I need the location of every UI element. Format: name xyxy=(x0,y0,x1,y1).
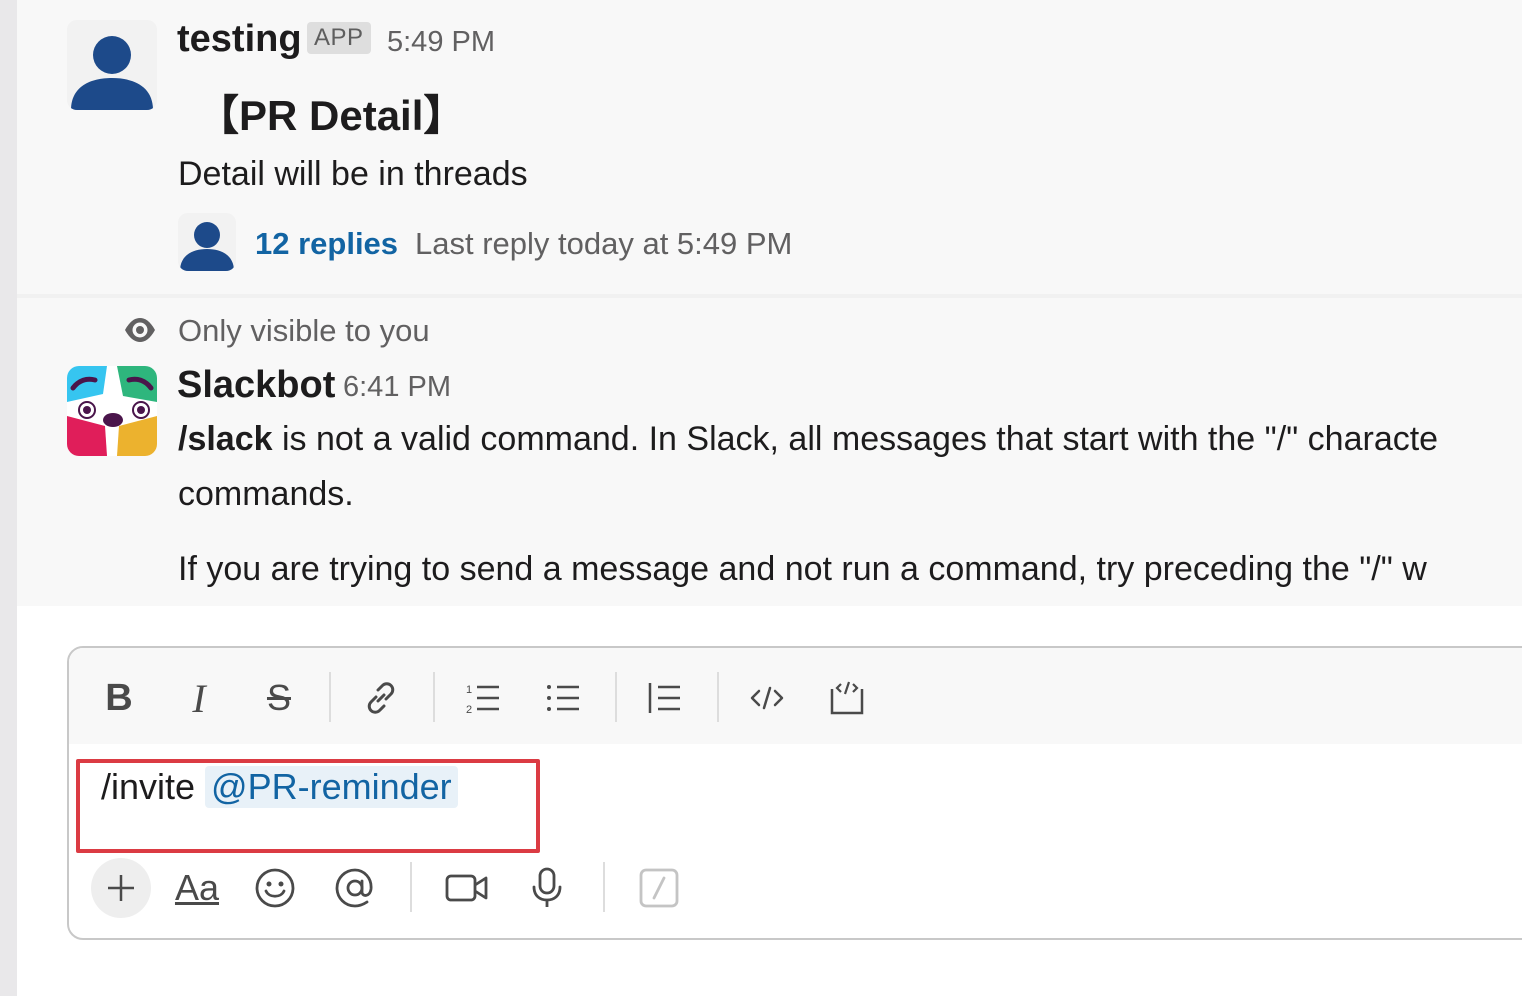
emoji-icon xyxy=(255,868,295,908)
code-icon xyxy=(750,686,784,710)
person-icon xyxy=(67,20,157,110)
message-author[interactable]: Slackbot xyxy=(177,364,335,407)
formatting-toggle-button[interactable]: Aa xyxy=(167,858,227,918)
svg-text:2: 2 xyxy=(466,704,472,716)
message-input-text: /invite @PR-reminder xyxy=(101,766,458,808)
mention-icon xyxy=(335,868,373,908)
toolbar-divider xyxy=(433,672,435,722)
bulleted-list-icon xyxy=(547,685,579,711)
blockquote-icon xyxy=(648,683,680,713)
svg-text:1: 1 xyxy=(466,684,472,696)
message-list: testing APP 5:49 PM 【PR Detail】 Detail w… xyxy=(17,0,1522,606)
message-text-line-1: /slack is not a valid command. In Slack,… xyxy=(178,420,1438,459)
video-icon xyxy=(445,874,488,902)
emoji-button[interactable] xyxy=(245,858,305,918)
plus-icon xyxy=(108,875,134,901)
message-input[interactable]: /invite @PR-reminder xyxy=(69,744,1522,844)
message-divider xyxy=(17,294,1522,298)
thread-replies-link[interactable]: 12 replies xyxy=(255,226,398,262)
strikethrough-button[interactable]: S xyxy=(251,670,307,726)
mention-button[interactable] xyxy=(325,858,385,918)
toolbar-divider xyxy=(329,672,331,722)
visibility-notice: Only visible to you xyxy=(178,313,430,348)
input-command: /invite xyxy=(101,766,196,807)
ordered-list-icon: 1 2 xyxy=(466,684,499,716)
message-text-line-2: commands. xyxy=(178,475,354,513)
message-text-rest: is not a valid command. In Slack, all me… xyxy=(272,420,1439,458)
italic-button[interactable]: I xyxy=(171,670,227,726)
code-button[interactable] xyxy=(739,670,795,726)
audio-button[interactable] xyxy=(517,858,577,918)
bold-icon: B xyxy=(105,676,133,719)
message-text-line-3: If you are trying to send a message and … xyxy=(178,550,1427,588)
code-block-icon xyxy=(830,681,864,715)
app-badge: APP xyxy=(307,22,371,54)
link-icon xyxy=(367,682,395,714)
command-text: /slack xyxy=(178,420,273,458)
message-timestamp[interactable]: 6:41 PM xyxy=(343,371,451,404)
sidebar-edge xyxy=(0,0,17,996)
microphone-icon xyxy=(532,867,562,907)
italic-icon: I xyxy=(192,675,206,721)
message-timestamp[interactable]: 5:49 PM xyxy=(387,26,495,59)
video-button[interactable] xyxy=(437,858,497,918)
formatting-icon: Aa xyxy=(174,867,220,908)
slackbot-avatar[interactable] xyxy=(67,366,157,456)
link-button[interactable] xyxy=(353,670,409,726)
toolbar-divider xyxy=(615,672,617,722)
person-icon xyxy=(178,213,236,271)
strikethrough-icon: S xyxy=(266,677,291,718)
bulleted-list-button[interactable] xyxy=(535,670,591,726)
eye-icon xyxy=(123,316,157,349)
formatting-toolbar: B I S 1 2 xyxy=(69,648,1522,744)
message-heading: 【PR Detail】 xyxy=(197,92,466,139)
message-composer: B I S 1 2 /invite @PR-reminder Aa xyxy=(67,646,1522,940)
message-author[interactable]: testing xyxy=(177,18,302,61)
slackbot-logo-icon xyxy=(67,366,157,456)
message-text: Detail will be in threads xyxy=(178,155,528,193)
attach-button[interactable] xyxy=(91,858,151,918)
blockquote-button[interactable] xyxy=(637,670,693,726)
testing-avatar[interactable] xyxy=(67,20,157,110)
composer-actions: Aa xyxy=(69,844,1522,938)
bold-button[interactable]: B xyxy=(91,670,147,726)
shortcuts-icon xyxy=(639,868,679,908)
thread-last-reply: Last reply today at 5:49 PM xyxy=(415,226,793,261)
ordered-list-button[interactable]: 1 2 xyxy=(455,670,511,726)
input-mention[interactable]: @PR-reminder xyxy=(205,766,458,808)
code-block-button[interactable] xyxy=(819,670,875,726)
toolbar-divider xyxy=(717,672,719,722)
actions-divider xyxy=(410,862,412,912)
thread-reply-avatar xyxy=(178,213,236,271)
actions-divider xyxy=(603,862,605,912)
shortcuts-button[interactable] xyxy=(629,858,689,918)
